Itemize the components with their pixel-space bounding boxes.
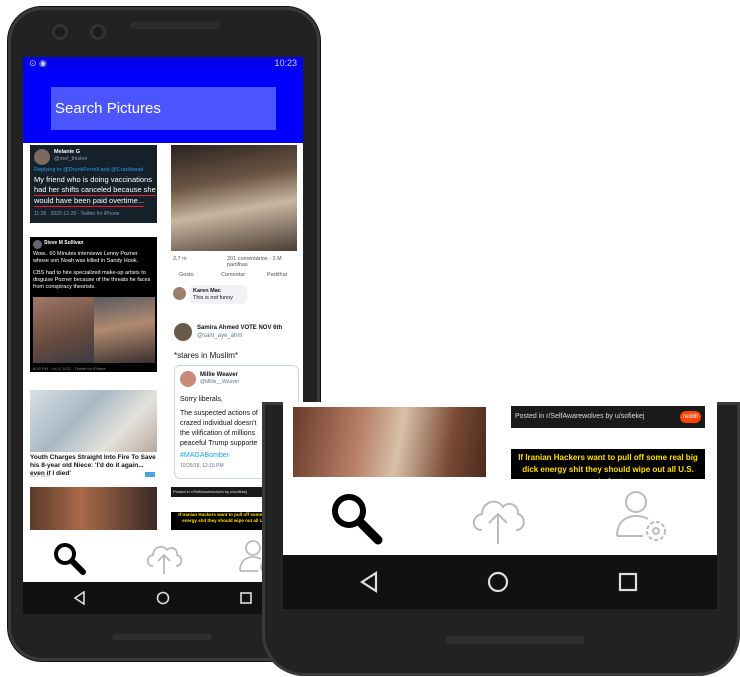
- avatar: [173, 287, 186, 300]
- photo-left: [33, 297, 94, 363]
- search-pictures-button[interactable]: Search Pictures: [51, 87, 276, 130]
- android-nav-bar: [23, 582, 303, 614]
- bottom-navigation: [23, 530, 303, 582]
- photo-right: [94, 297, 155, 363]
- avatar: [33, 240, 42, 249]
- avatar: [180, 371, 196, 387]
- app-screen-zoomed: Posted in r/SelfAwarewolves by u/sofieke…: [283, 402, 717, 555]
- quoted-handle: @Millie__Weaver: [200, 379, 240, 385]
- share-button[interactable]: Partilhar: [267, 272, 287, 278]
- recents-icon[interactable]: [617, 571, 639, 593]
- image-tile-street-photo[interactable]: [171, 145, 297, 251]
- tweet-handle: @mel_thislee: [54, 156, 88, 162]
- home-icon[interactable]: [487, 571, 509, 593]
- upload-icon[interactable]: [144, 538, 184, 576]
- tweet-author: Steve M Sullivan: [44, 240, 84, 246]
- front-sensor: [90, 24, 106, 40]
- image-tile-news[interactable]: Youth Charges Straight Into Fire To Save…: [30, 390, 157, 480]
- tweet-text-2: had her shifts canceled because she: [34, 185, 156, 196]
- search-icon[interactable]: [328, 490, 384, 546]
- phone-bottom-speaker-zoomed: [445, 636, 585, 644]
- reaction-count: 2,7 m: [173, 256, 187, 262]
- tweet-author: Samira Ahmed VOTE NOV 6th: [197, 325, 283, 331]
- user-settings-icon[interactable]: [613, 488, 671, 548]
- tweet-meta: 8:00 PM · Jul 4, 2021 · Twitter for iPho…: [33, 366, 106, 371]
- image-tile-tweet[interactable]: Melanie G @mel_thislee Replying to @Drun…: [30, 145, 157, 223]
- comment-button[interactable]: Comentar: [221, 272, 245, 278]
- tweet-reply: Replying to @DrunkFerrell and @Crackhead: [34, 167, 144, 173]
- front-camera: [52, 24, 68, 40]
- tweet-author: Melanie G: [54, 149, 80, 155]
- quoted-text-1: Sorry liberals,: [180, 396, 223, 403]
- quoted-author: Millie Weaver: [200, 372, 238, 378]
- quoted-text-4: the vilification of millions: [180, 430, 256, 437]
- comment-count: 201 comentários · 2 M partilhas: [227, 256, 282, 268]
- app-header: Search Pictures: [23, 71, 303, 143]
- reddit-posted-strip: Posted in r/SelfAwarewolves by u/sofieke…: [511, 406, 705, 428]
- facebook-post-footer: 2,7 m 201 comentários · 2 M partilhas Go…: [171, 253, 297, 313]
- reddit-posted-text: Posted in r/SelfAwarewolves by u/sofieke…: [515, 413, 645, 420]
- quoted-text-2: The suspected actions of: [180, 410, 258, 417]
- news-badge: [145, 472, 155, 477]
- news-photo: [30, 390, 157, 452]
- status-time: 10:23: [274, 58, 297, 68]
- image-tile-movie-still[interactable]: [293, 407, 486, 477]
- image-tile-movie-still[interactable]: [30, 487, 157, 530]
- status-bar: ⊙ ◉ 10:23: [23, 57, 303, 71]
- image-tile-tweet-2[interactable]: Steve M Sullivan Wow.. 60 Minutes interv…: [30, 237, 157, 372]
- back-icon[interactable]: [73, 591, 87, 605]
- tweet-handle: @sam_aye_ahm: [197, 333, 243, 339]
- android-nav-bar-zoomed: [283, 555, 717, 609]
- avatar: [174, 323, 192, 341]
- tweet-text: *stares in Muslim*: [174, 351, 239, 360]
- search-icon[interactable]: [51, 540, 87, 576]
- back-icon[interactable]: [359, 571, 381, 593]
- app-screen: ⊙ ◉ 10:23 Search Pictures Melanie G @mel…: [23, 57, 303, 582]
- tweet-meta: 11:28 · 2020-12-29 · Twitter for iPhone: [34, 211, 120, 217]
- notification-icons: ⊙ ◉: [29, 58, 47, 68]
- bottom-navigation: [283, 485, 717, 555]
- tweet-text-1: My friend who is doing vaccinations: [34, 175, 152, 184]
- comment-text: This is not funny: [193, 295, 234, 301]
- commenter-name: Karen Mac: [193, 288, 221, 294]
- phone-bottom-speaker: [112, 634, 212, 640]
- reddit-logo: reddit: [679, 411, 701, 423]
- like-button[interactable]: Gosto: [179, 272, 194, 278]
- tweet-text-1: Wow.. 60 Minutes interviews Lenny Pozner…: [33, 251, 139, 264]
- quoted-text-5: peaceful Trump supporte: [180, 440, 258, 447]
- comment-bubble: Karen Mac This is not funny: [189, 285, 247, 304]
- hashtag-link[interactable]: #MAGABomber: [180, 452, 229, 459]
- avatar: [34, 149, 50, 165]
- tweet-text-2: CBS had to hire specialized make-up arti…: [33, 270, 151, 290]
- home-icon[interactable]: [156, 591, 170, 605]
- earpiece-speaker: [130, 22, 220, 29]
- phone-top-bezel: [20, 10, 292, 54]
- quoted-date: 10/26/18, 12:15 PM: [180, 463, 224, 469]
- reddit-caption[interactable]: If Iranian Hackers want to pull off some…: [511, 449, 705, 479]
- quoted-text-3: crazed individual doesn't: [180, 420, 257, 427]
- recents-icon[interactable]: [239, 591, 253, 605]
- upload-icon[interactable]: [469, 490, 527, 546]
- tweet-text-3: would have been paid overtime...: [34, 196, 145, 207]
- news-date: Jul 4, 2019: [30, 473, 50, 478]
